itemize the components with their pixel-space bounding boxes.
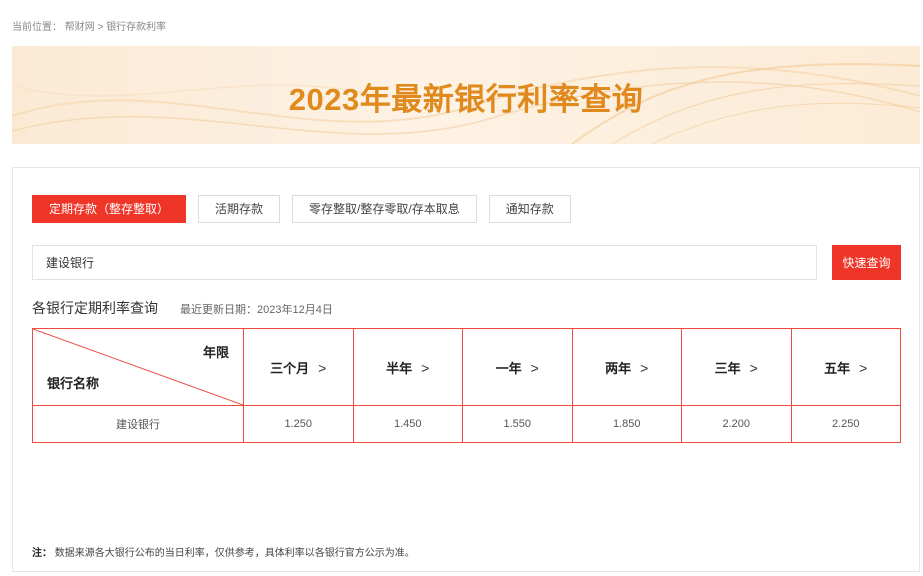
breadcrumb-site-link[interactable]: 帮财网 <box>65 22 95 33</box>
note-label: 注： <box>32 548 52 559</box>
corner-diagonal-line <box>33 329 243 405</box>
chevron-right-icon: > <box>859 359 868 376</box>
column-header-2-years[interactable]: 两年 > <box>571 328 682 406</box>
bank-name-axis-label: 银行名称 <box>47 376 100 391</box>
tab-installment-deposit[interactable]: 零存整取/整存零取/存本取息 <box>292 195 477 223</box>
page-banner: 2023年最新银行利率查询 <box>12 46 920 144</box>
table-corner-header: 年限 银行名称 <box>32 328 244 406</box>
deposit-type-tabs: 定期存款（整存整取） 活期存款 零存整取/整存零取/存本取息 通知存款 <box>32 195 571 223</box>
tab-notice-deposit[interactable]: 通知存款 <box>488 195 571 223</box>
tab-demand-deposit[interactable]: 活期存款 <box>198 195 281 223</box>
rates-table: 年限 银行名称 三个月 > 半年 > 一年 > 两年 > 三年 > 五年 > 建设银行 1.… <box>32 328 901 443</box>
tab-fixed-deposit[interactable]: 定期存款（整存整取） <box>32 195 187 223</box>
chevron-right-icon: > <box>530 359 539 376</box>
section-title: 各银行定期利率查询 <box>32 300 158 316</box>
rate-cell: 1.550 <box>462 405 573 443</box>
breadcrumb: 当前位置： 帮财网 > 银行存款利率 <box>12 18 166 33</box>
breadcrumb-current: 银行存款利率 <box>106 22 167 33</box>
quick-search-button[interactable]: 快速查询 <box>832 245 901 280</box>
rate-query-panel: 定期存款（整存整取） 活期存款 零存整取/整存零取/存本取息 通知存款 快速查询… <box>12 167 920 572</box>
chevron-right-icon: > <box>318 359 327 376</box>
chevron-right-icon: > <box>749 359 758 376</box>
term-axis-label: 年限 <box>202 345 229 360</box>
rate-cell: 2.250 <box>790 405 901 443</box>
column-header-5-years[interactable]: 五年 > <box>790 328 901 406</box>
disclaimer-note: 注： 数据来源各大银行公布的当日利率，仅供参考，具体利率以各银行官方公示为准。 <box>32 544 415 559</box>
rate-cell: 1.250 <box>243 405 354 443</box>
breadcrumb-prefix: 当前位置： <box>12 22 62 33</box>
section-header: 各银行定期利率查询 最近更新日期：2023年12月4日 <box>32 298 333 318</box>
search-row: 快速查询 <box>32 245 902 280</box>
note-text: 数据来源各大银行公布的当日利率，仅供参考，具体利率以各银行官方公示为准。 <box>54 548 415 559</box>
column-header-3-years[interactable]: 三年 > <box>681 328 792 406</box>
page-title: 2023年最新银行利率查询 <box>288 82 644 117</box>
bank-search-input[interactable] <box>32 245 817 280</box>
table-header-row: 年限 银行名称 三个月 > 半年 > 一年 > 两年 > 三年 > 五年 > <box>32 328 901 406</box>
chevron-right-icon: > <box>421 359 430 376</box>
last-updated-date: 最近更新日期：2023年12月4日 <box>180 304 333 316</box>
table-row: 建设银行 1.250 1.450 1.550 1.850 2.200 2.250 <box>32 405 901 443</box>
column-header-6-months[interactable]: 半年 > <box>352 328 463 406</box>
rate-cell: 1.450 <box>352 405 463 443</box>
column-header-1-year[interactable]: 一年 > <box>462 328 573 406</box>
column-header-3-months[interactable]: 三个月 > <box>243 328 354 406</box>
chevron-right-icon: > <box>640 359 649 376</box>
rate-cell: 1.850 <box>571 405 682 443</box>
breadcrumb-separator: > <box>97 22 104 33</box>
rate-cell: 2.200 <box>681 405 792 443</box>
bank-name-cell: 建设银行 <box>32 405 244 443</box>
